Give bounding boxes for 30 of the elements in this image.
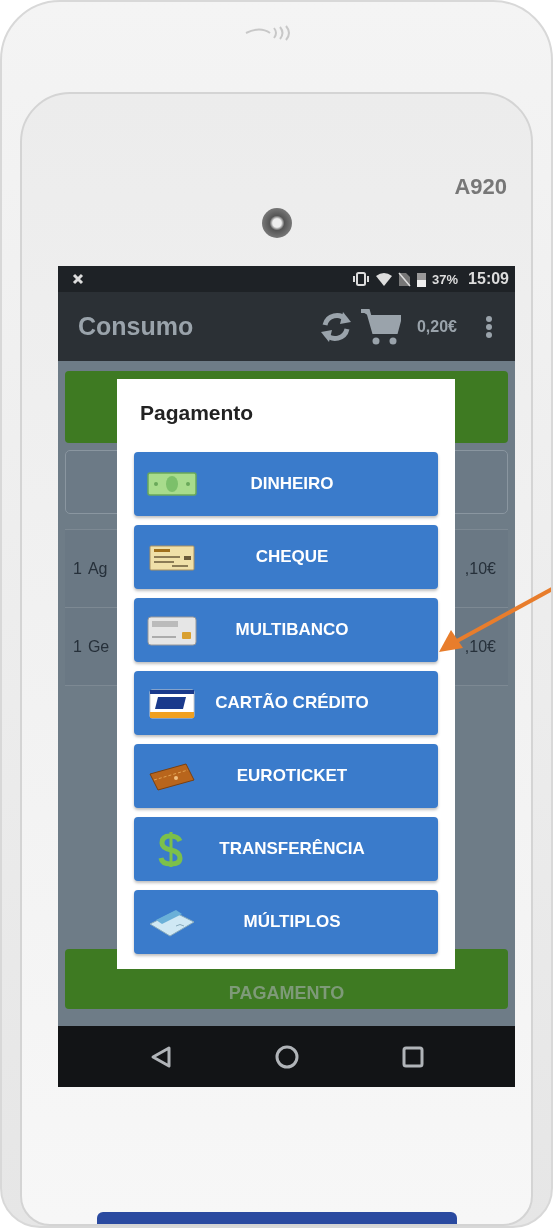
screen-title: Consumo	[78, 312, 194, 341]
dialog-title: Pagamento	[140, 401, 255, 425]
payment-method-button[interactable]: CHEQUE	[134, 525, 438, 589]
home-icon[interactable]	[274, 1044, 299, 1069]
payment-method-button[interactable]: TRANSFERÊNCIA	[134, 817, 438, 881]
cart-total: 0,20€	[416, 317, 457, 336]
item-price: ,10€	[464, 637, 496, 656]
payment-method-button[interactable]: CARTÃO CRÉDITO	[134, 671, 438, 735]
battery-percent: 37%	[432, 271, 459, 287]
recent-apps-icon[interactable]	[401, 1045, 424, 1068]
model-label: A920	[454, 174, 507, 200]
vibrate-icon	[352, 272, 371, 286]
payment-method-button[interactable]: EUROTICKET	[134, 744, 438, 808]
back-icon[interactable]	[149, 1044, 172, 1069]
no-sim-icon	[398, 271, 412, 287]
camera-lens	[261, 208, 292, 238]
payment-method-button[interactable]: MULTIBANCO	[134, 598, 438, 662]
payment-method-button[interactable]: DINHEIRO	[134, 452, 438, 516]
battery-icon	[417, 271, 427, 287]
item-quantity: 1	[73, 637, 82, 656]
clock-time: 15:09	[468, 270, 509, 288]
app-notification-icon	[72, 273, 84, 285]
item-name: Ge	[87, 637, 110, 656]
item-price: ,10€	[464, 559, 496, 578]
item-quantity: 1	[73, 559, 82, 578]
payment-method-button[interactable]: MÚLTIPLOS	[134, 890, 438, 954]
item-name: Ag	[87, 559, 108, 578]
overflow-menu-icon[interactable]	[485, 314, 493, 339]
wifi-icon	[376, 272, 393, 286]
cart-icon[interactable]	[360, 307, 401, 346]
